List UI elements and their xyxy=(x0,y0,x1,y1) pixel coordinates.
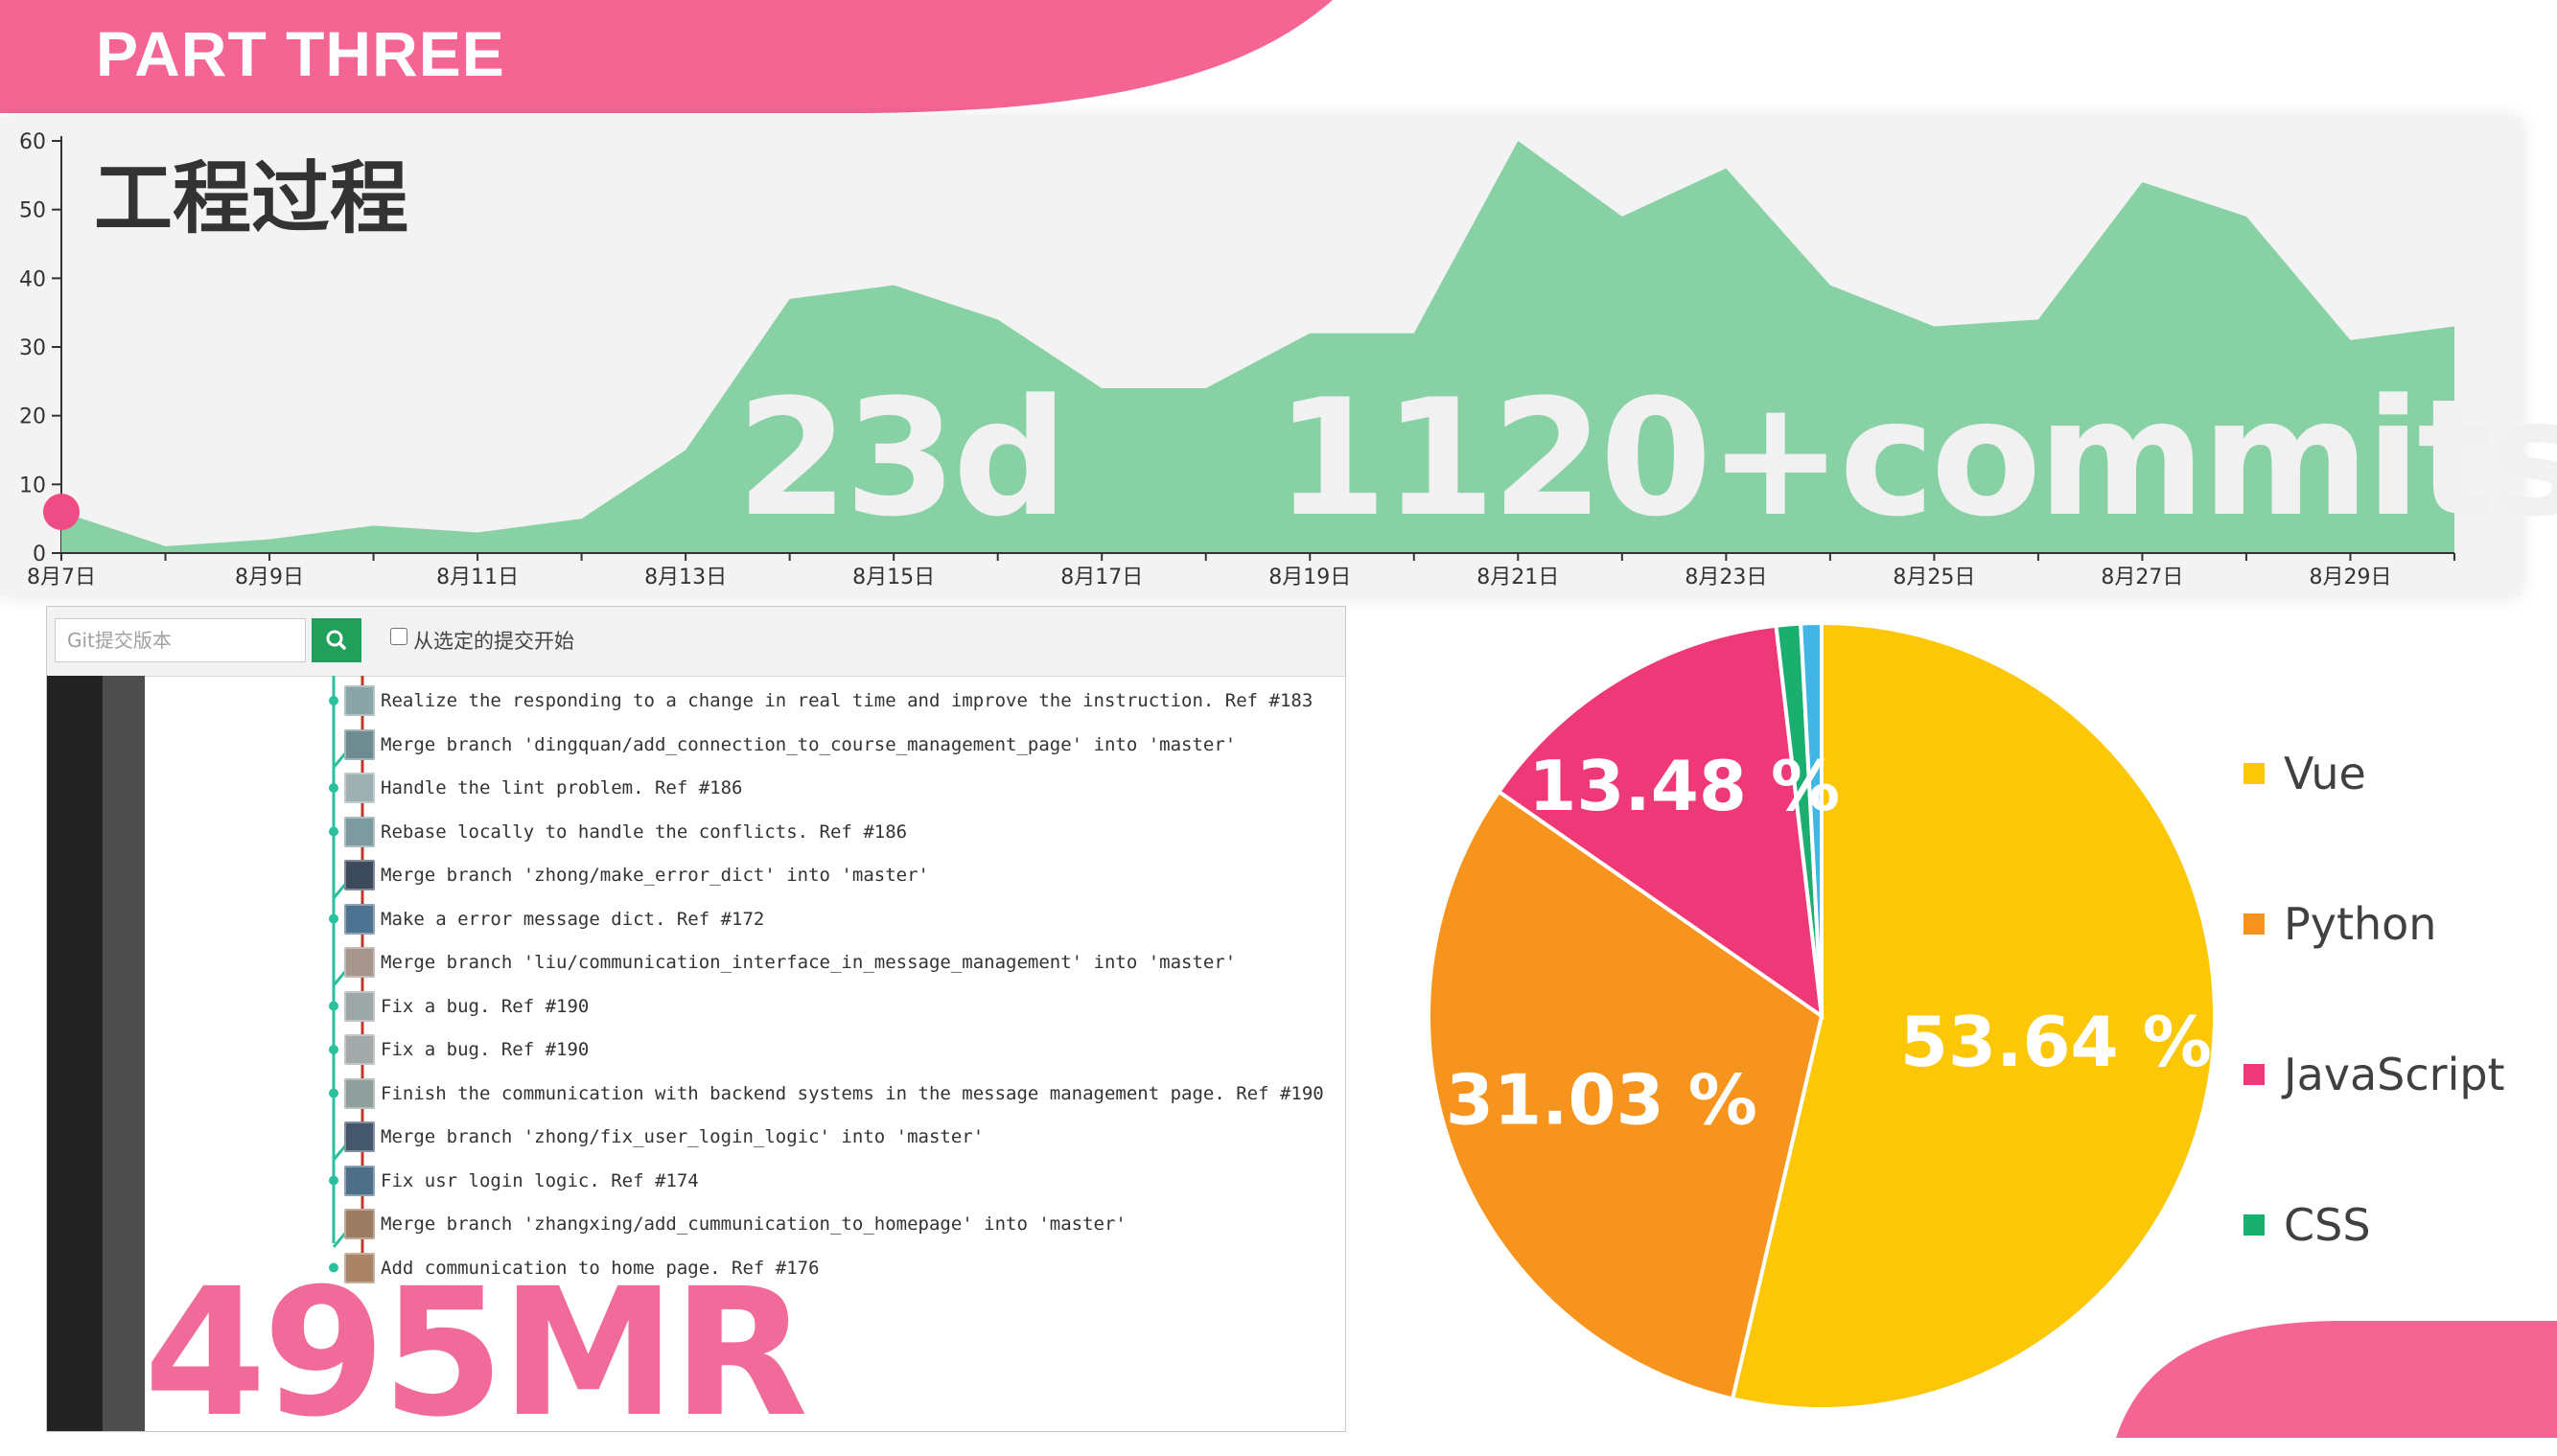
x-tick-label: 8月15日 xyxy=(852,566,935,589)
commit-row[interactable]: Merge branch 'zhong/make_error_dict' int… xyxy=(344,856,1341,894)
commit-row[interactable]: Fix a bug. Ref #190 xyxy=(344,987,1341,1026)
from-selected-checkbox[interactable] xyxy=(390,628,407,645)
legend-swatch xyxy=(2243,763,2265,784)
author-avatar xyxy=(344,1209,375,1239)
commit-message: Merge branch 'zhong/fix_user_login_logic… xyxy=(381,1126,985,1147)
search-icon xyxy=(326,630,346,650)
x-tick-label: 8月19日 xyxy=(1268,566,1351,589)
author-avatar xyxy=(344,773,375,803)
author-avatar xyxy=(344,685,375,716)
language-pie-chart: 53.64 % 31.03 % 13.48 % xyxy=(1427,620,2217,1411)
legend-swatch xyxy=(2243,1214,2265,1236)
section-title: 工程过程 xyxy=(94,153,409,244)
x-tick-label: 8月25日 xyxy=(1893,566,1975,589)
commit-message: Merge branch 'liu/communication_interfac… xyxy=(381,952,1237,973)
author-avatar xyxy=(344,1165,375,1196)
sidebar-strip-secondary xyxy=(103,676,145,1431)
pie-data-label: 53.64 % xyxy=(1900,1002,2212,1082)
y-tick-label: 60 xyxy=(19,130,46,154)
commit-row[interactable]: Merge branch 'dingquan/add_connection_to… xyxy=(344,726,1341,764)
author-avatar xyxy=(344,903,375,935)
commit-message: Fix a bug. Ref #190 xyxy=(381,995,590,1017)
commit-row[interactable]: Realize the responding to a change in re… xyxy=(344,682,1341,720)
x-tick-label: 8月23日 xyxy=(1685,566,1767,589)
y-tick-label: 40 xyxy=(19,267,46,291)
x-tick-label: 8月11日 xyxy=(436,566,519,589)
commit-row[interactable]: Fix usr login logic. Ref #174 xyxy=(344,1162,1341,1200)
author-avatar xyxy=(344,990,375,1022)
legend-swatch xyxy=(2243,1064,2265,1085)
commit-message: Fix usr login logic. Ref #174 xyxy=(381,1169,699,1191)
days-stat: 23d xyxy=(736,364,1068,552)
commit-message: Merge branch 'zhong/make_error_dict' int… xyxy=(381,865,929,886)
commit-message: Fix a bug. Ref #190 xyxy=(381,1039,590,1060)
commit-row[interactable]: Rebase locally to handle the conflicts. … xyxy=(344,813,1341,851)
commit-activity-panel: 0 10 20 30 40 50 60 8月7日 8月9日 8月11日 8月13日 8月15日 8月1… xyxy=(0,117,2557,596)
commit-message: Rebase locally to handle the conflicts. … xyxy=(381,820,908,843)
legend-label: Python xyxy=(2284,898,2437,950)
commit-node xyxy=(329,913,338,924)
legend-label: JavaScript xyxy=(2284,1049,2505,1100)
legend-item: Vue xyxy=(2243,748,2366,799)
commit-node xyxy=(329,1045,338,1054)
commit-message: Handle the lint problem. Ref #186 xyxy=(381,777,743,798)
x-tick-label: 8月27日 xyxy=(2101,566,2183,589)
x-tick-label: 8月7日 xyxy=(27,566,96,589)
commit-row[interactable]: Handle the lint problem. Ref #186 xyxy=(344,769,1341,807)
git-toolbar: 从选定的提交开始 xyxy=(47,607,1345,677)
commit-node xyxy=(329,1088,338,1098)
commit-row[interactable]: Finish the communication with backend sy… xyxy=(344,1075,1341,1113)
legend-swatch xyxy=(2243,913,2265,935)
commit-message: Make a error message dict. Ref #172 xyxy=(381,908,765,930)
y-tick-label: 10 xyxy=(19,474,46,497)
commit-node xyxy=(329,1001,338,1011)
legend-item: CSS xyxy=(2243,1199,2371,1251)
x-tick-label: 8月29日 xyxy=(2309,566,2391,589)
author-avatar xyxy=(344,728,375,760)
highlight-point xyxy=(43,494,80,530)
x-tick-label: 8月17日 xyxy=(1060,566,1143,589)
author-avatar xyxy=(344,947,375,978)
from-selected-label: 从选定的提交开始 xyxy=(413,630,574,653)
commit-message: Finish the communication with backend sy… xyxy=(381,1082,1324,1104)
merge-requests-stat: 495MR xyxy=(144,1251,808,1456)
commit-row[interactable]: Make a error message dict. Ref #172 xyxy=(344,900,1341,938)
commit-row[interactable]: Merge branch 'zhong/fix_user_login_logic… xyxy=(344,1118,1341,1156)
x-tick-label: 8月9日 xyxy=(235,566,304,589)
commit-row[interactable]: Merge branch 'liu/communication_interfac… xyxy=(344,943,1341,982)
legend-item: Python xyxy=(2243,898,2436,950)
commit-node xyxy=(329,696,338,705)
search-button[interactable] xyxy=(312,618,361,662)
author-avatar xyxy=(344,1121,375,1152)
x-axis: 8月7日 8月9日 8月11日 8月13日 8月15日 8月17日 8月19日 8月21日 8月… xyxy=(27,552,2455,589)
commit-node xyxy=(329,1175,338,1186)
legend-label: Vue xyxy=(2284,748,2366,799)
author-avatar xyxy=(344,860,375,890)
sidebar-strip xyxy=(47,676,103,1431)
commit-message: Realize the responding to a change in re… xyxy=(381,690,1313,711)
commits-stat: 1120+commits xyxy=(1275,364,2557,552)
commit-message: Merge branch 'zhangxing/add_cummunicatio… xyxy=(381,1213,1127,1235)
commit-node xyxy=(329,783,338,793)
commit-message: Merge branch 'dingquan/add_connection_to… xyxy=(381,733,1237,755)
legend-item: JavaScript xyxy=(2243,1049,2505,1100)
x-tick-label: 8月21日 xyxy=(1476,566,1559,589)
commit-node xyxy=(329,826,338,837)
y-tick-label: 30 xyxy=(19,336,46,360)
pie-data-label: 13.48 % xyxy=(1528,746,1840,826)
part-label: PART THREE xyxy=(96,18,505,89)
x-tick-label: 8月13日 xyxy=(644,566,727,589)
commit-row[interactable]: Fix a bug. Ref #190 xyxy=(344,1030,1341,1069)
y-tick-label: 50 xyxy=(19,199,46,223)
y-tick-label: 0 xyxy=(33,543,46,566)
author-avatar xyxy=(344,1034,375,1065)
y-tick-label: 20 xyxy=(19,405,46,429)
author-avatar xyxy=(344,1077,375,1109)
pie-data-label: 31.03 % xyxy=(1446,1059,1757,1140)
legend-label: CSS xyxy=(2284,1199,2371,1251)
commit-row[interactable]: Merge branch 'zhangxing/add_cummunicatio… xyxy=(344,1205,1341,1243)
author-avatar xyxy=(344,816,375,847)
commit-search-input[interactable] xyxy=(55,618,306,662)
